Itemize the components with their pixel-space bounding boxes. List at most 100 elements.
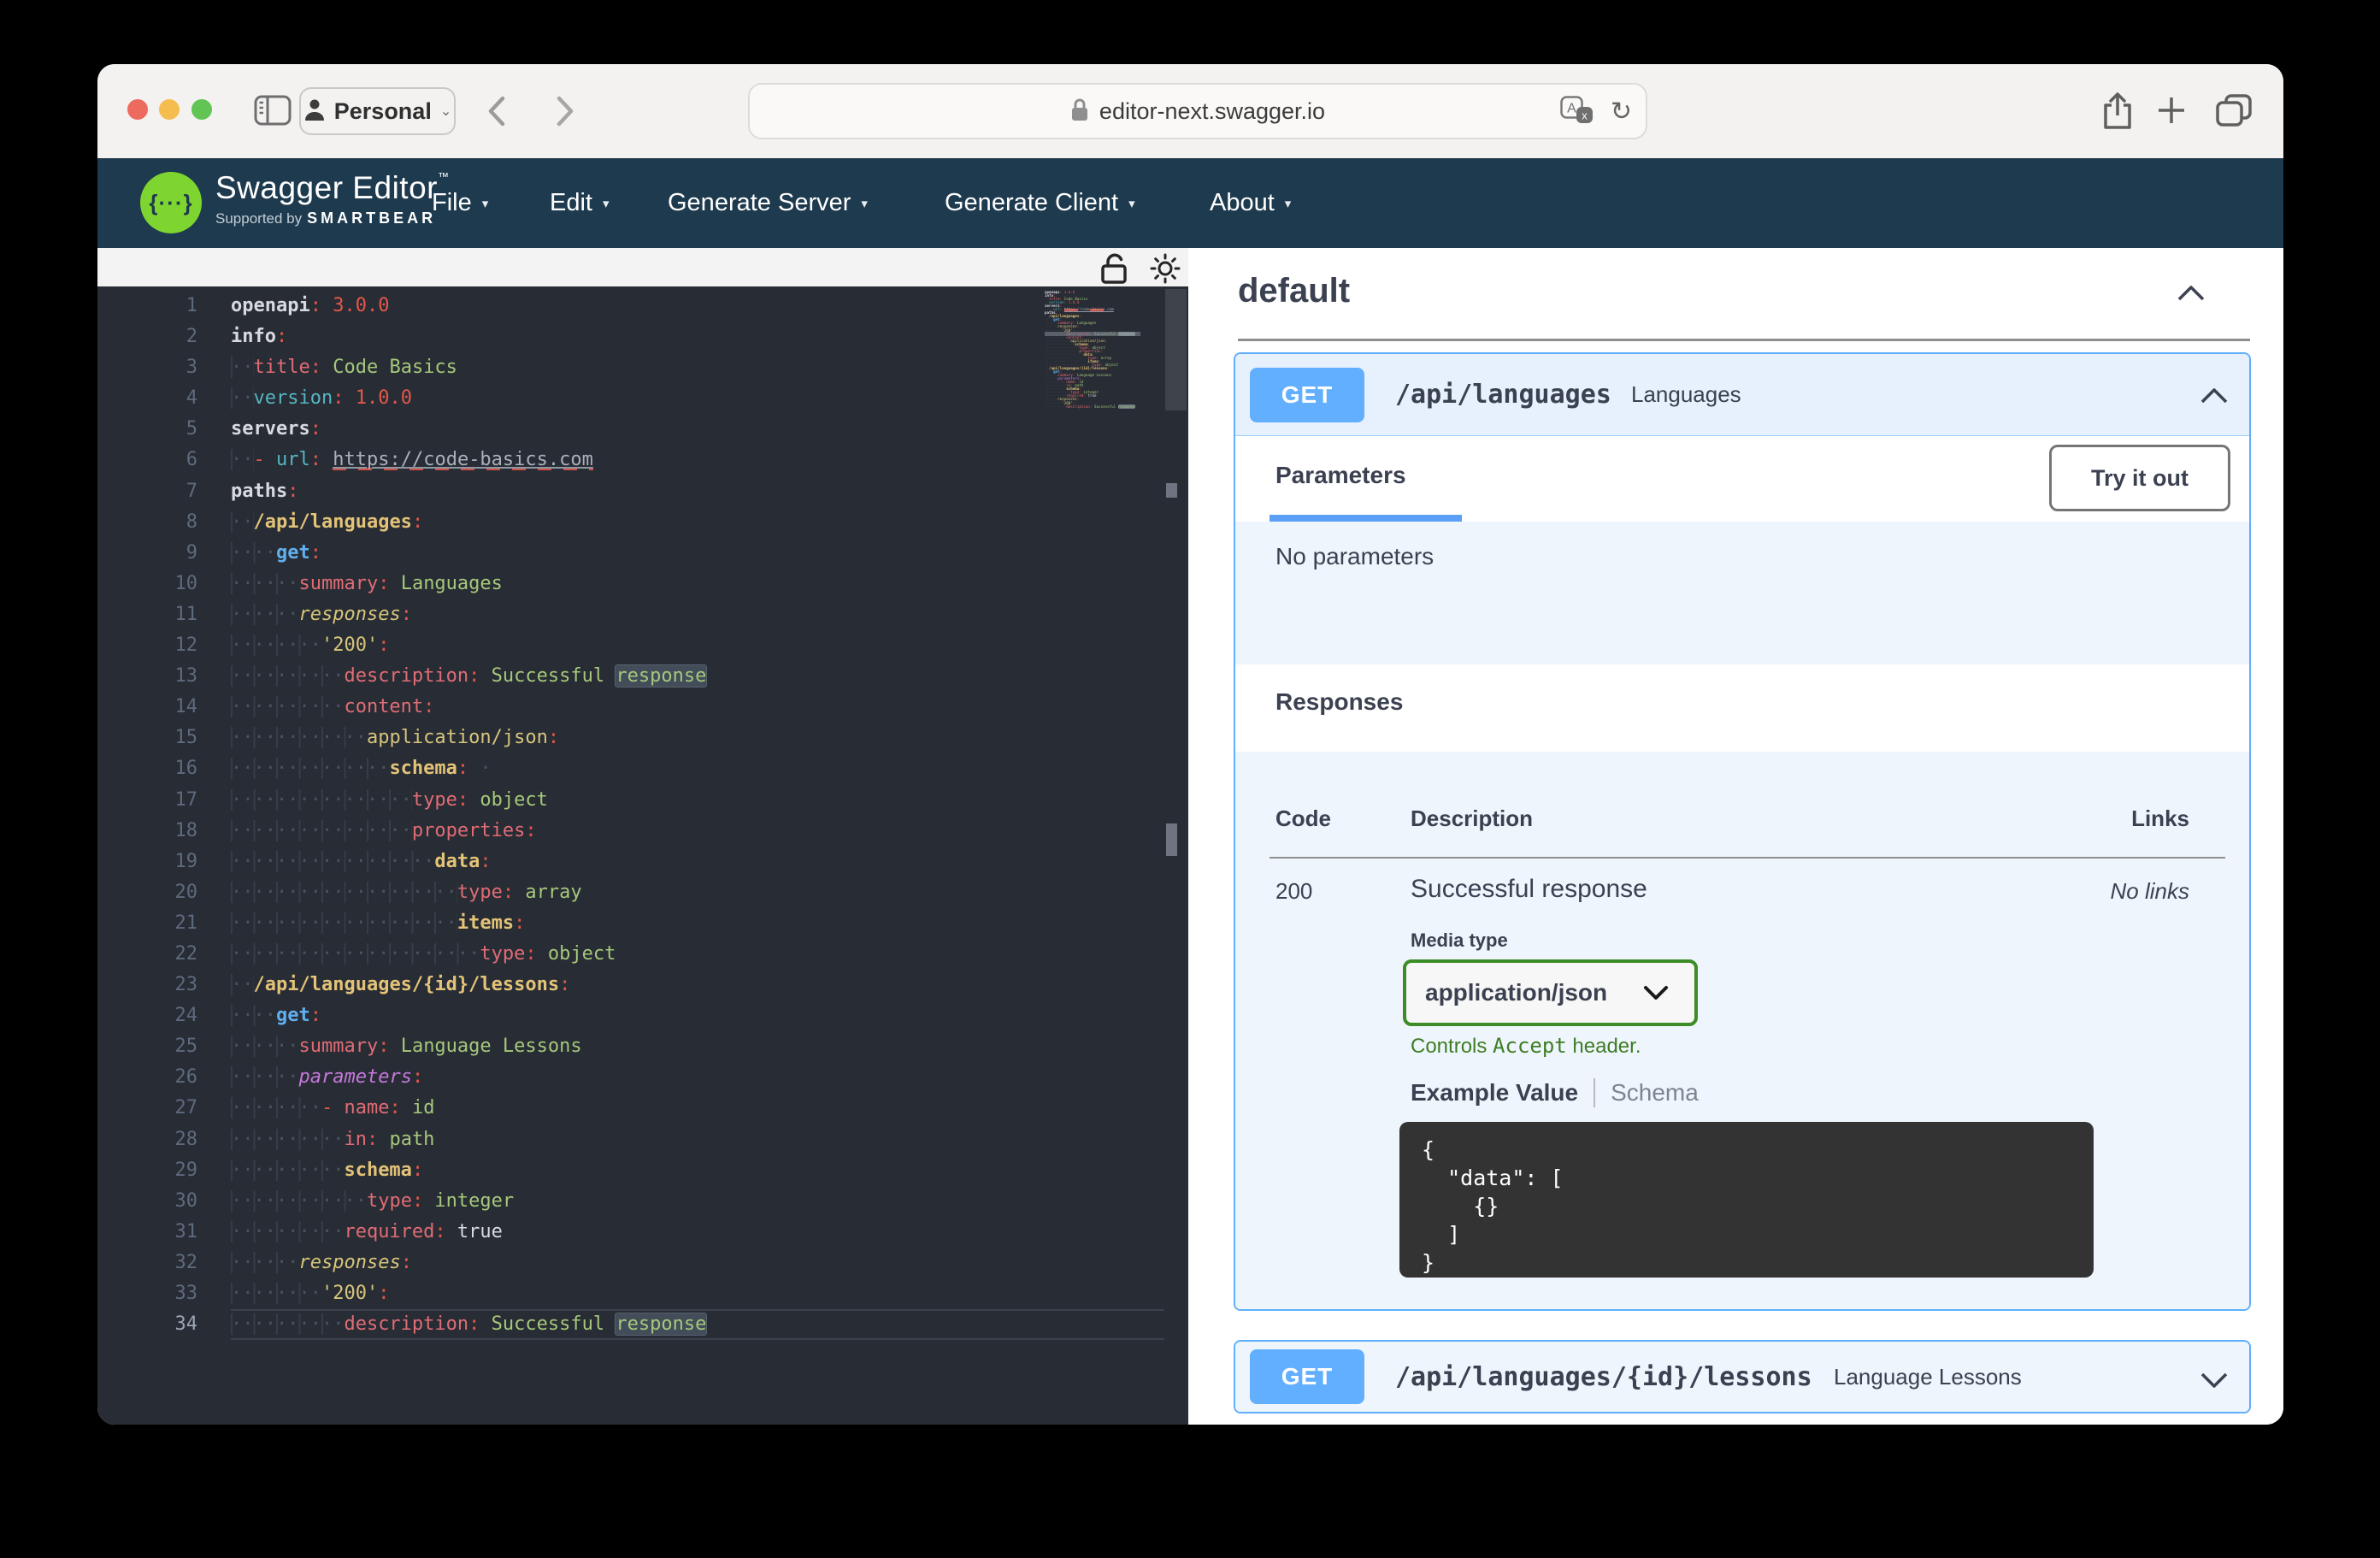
opblock-header[interactable]: GET /api/languages/{id}/lessons Language…: [1235, 1342, 2249, 1412]
example-schema-tabs: Example Value Schema: [1411, 1078, 1699, 1107]
code-line-19: ··················data:: [231, 847, 1164, 877]
media-type-select[interactable]: application/json: [1403, 959, 1698, 1026]
swagger-navbar: {···} Swagger Editor™ Supported bySMARTB…: [97, 158, 2283, 248]
line-number-30: 30: [97, 1186, 197, 1217]
line-number-4: 4: [97, 383, 197, 414]
example-json-line: "data": [: [1422, 1164, 2071, 1192]
forward-icon[interactable]: [555, 95, 575, 132]
code-editor[interactable]: 1234567891011121314151617181920212223242…: [97, 286, 1188, 1425]
method-badge: GET: [1250, 368, 1364, 422]
chevron-down-icon: ⌄: [440, 103, 451, 120]
share-icon[interactable]: [2100, 91, 2135, 135]
media-type-label: Media type: [1411, 929, 1508, 952]
lock-icon: [1070, 97, 1089, 127]
line-number-21: 21: [97, 908, 197, 939]
line-number-17: 17: [97, 785, 197, 816]
active-tab-underline: [1270, 515, 1462, 522]
example-json-line: }: [1422, 1248, 2071, 1277]
menu-file[interactable]: File▾: [432, 158, 488, 248]
opblock-header[interactable]: GET /api/languages Languages: [1235, 354, 2249, 436]
url-bar[interactable]: editor-next.swagger.io Ax ↻: [748, 83, 1647, 139]
sidebar-icon[interactable]: [254, 94, 292, 131]
code-line-34: ··········description: Successful respon…: [1045, 405, 1166, 409]
menu-label: About: [1210, 189, 1275, 217]
browser-titlebar: Personal ⌄ editor-next.swagger.io Ax ↻: [97, 64, 2283, 158]
code-line-30: ············type: integer: [231, 1186, 1164, 1217]
tab-parameters[interactable]: Parameters: [1275, 462, 1406, 489]
caret-down-icon: ▾: [482, 196, 489, 211]
minimap[interactable]: openapi: 3.0.0info:··title: Code Basics·…: [1045, 291, 1166, 409]
line-number-26: 26: [97, 1062, 197, 1093]
accept-header-hint: Controls Accept header.: [1411, 1034, 1641, 1059]
close-icon[interactable]: [127, 99, 148, 120]
svg-text:A: A: [1567, 102, 1576, 116]
menu-generate-client[interactable]: Generate Client▾: [945, 158, 1135, 248]
profile-label: Personal: [334, 98, 432, 125]
code-line-5: servers:: [231, 414, 1164, 445]
response-code: 200: [1275, 878, 1312, 905]
menu-about[interactable]: About▾: [1210, 158, 1291, 248]
line-number-10: 10: [97, 569, 197, 599]
code-line-20: ····················type: array: [231, 877, 1164, 908]
reload-icon[interactable]: ↻: [1611, 85, 1632, 138]
op-summary: Languages: [1631, 381, 1741, 408]
code-line-23: ··/api/languages/{id}/lessons:: [231, 970, 1164, 1000]
overview-ruler-mark: [1166, 483, 1177, 498]
op-path: /api/languages/{id}/lessons: [1395, 1362, 1812, 1392]
line-number-16: 16: [97, 753, 197, 784]
media-type-value: application/json: [1425, 979, 1607, 1006]
line-number-13: 13: [97, 661, 197, 692]
code-line-11: ······responses:: [231, 599, 1164, 630]
code-line-6: ··- url: https://code-basics.com: [231, 445, 1164, 475]
caret-down-icon: ▾: [1128, 196, 1135, 211]
opblock-get-language-lessons: GET /api/languages/{id}/lessons Language…: [1234, 1340, 2251, 1413]
chevron-up-icon[interactable]: [2199, 387, 2230, 410]
menu-generate-server[interactable]: Generate Server▾: [668, 158, 868, 248]
table-divider: [1270, 857, 2225, 859]
code-line-22: ······················type: object: [231, 939, 1164, 970]
line-number-1: 1: [97, 291, 197, 322]
example-json-block[interactable]: { "data": [ {} ]}: [1399, 1122, 2094, 1278]
brightness-icon[interactable]: [1149, 251, 1181, 290]
new-tab-icon[interactable]: [2157, 96, 2186, 129]
back-icon[interactable]: [486, 95, 507, 132]
col-header-links: Links: [2131, 806, 2189, 832]
line-number-14: 14: [97, 692, 197, 723]
translate-icon[interactable]: Ax: [1560, 85, 1594, 138]
swagger-ui-panel: default GET /api/languages Languages Par…: [1205, 248, 2283, 1425]
code-line-16: ··············schema: ·: [231, 753, 1164, 784]
tab-example-value[interactable]: Example Value: [1411, 1079, 1578, 1107]
editor-scrollbar[interactable]: [1165, 289, 1187, 410]
code-line-33: ········'200':: [231, 1278, 1164, 1309]
try-it-out-button[interactable]: Try it out: [2049, 445, 2230, 511]
tabs-icon[interactable]: [2216, 94, 2252, 133]
line-number-3: 3: [97, 352, 197, 383]
line-number-22: 22: [97, 939, 197, 970]
chevron-down-icon[interactable]: [2199, 1371, 2230, 1394]
code-line-4: ··version: 1.0.0: [231, 383, 1164, 414]
editor-toolbar: [97, 248, 1188, 286]
menu-edit[interactable]: Edit▾: [550, 158, 610, 248]
unlock-icon[interactable]: [1099, 251, 1132, 290]
col-header-description: Description: [1411, 806, 1533, 832]
responses-title: Responses: [1275, 688, 1403, 716]
line-number-20: 20: [97, 877, 197, 908]
zoom-icon[interactable]: [191, 99, 212, 120]
profile-button[interactable]: Personal ⌄: [299, 87, 456, 135]
chevron-up-icon[interactable]: [2176, 284, 2206, 307]
code-line-7: paths:: [231, 476, 1164, 507]
tag-title[interactable]: default: [1238, 272, 1350, 310]
op-path: /api/languages: [1395, 380, 1611, 410]
line-number-28: 28: [97, 1124, 197, 1155]
overview-ruler-mark: [1166, 823, 1177, 856]
op-summary: Language Lessons: [1834, 1364, 2022, 1390]
minimize-icon[interactable]: [159, 99, 180, 120]
code-line-25: ······summary: Language Lessons: [231, 1031, 1164, 1062]
code-content[interactable]: openapi: 3.0.0info:··title: Code Basics·…: [231, 291, 1164, 1340]
code-line-29: ··········schema:: [231, 1155, 1164, 1186]
line-number-31: 31: [97, 1217, 197, 1248]
col-header-code: Code: [1275, 806, 1331, 832]
line-number-18: 18: [97, 816, 197, 847]
pane-divider[interactable]: [1188, 248, 1205, 1425]
tab-schema[interactable]: Schema: [1611, 1079, 1699, 1107]
